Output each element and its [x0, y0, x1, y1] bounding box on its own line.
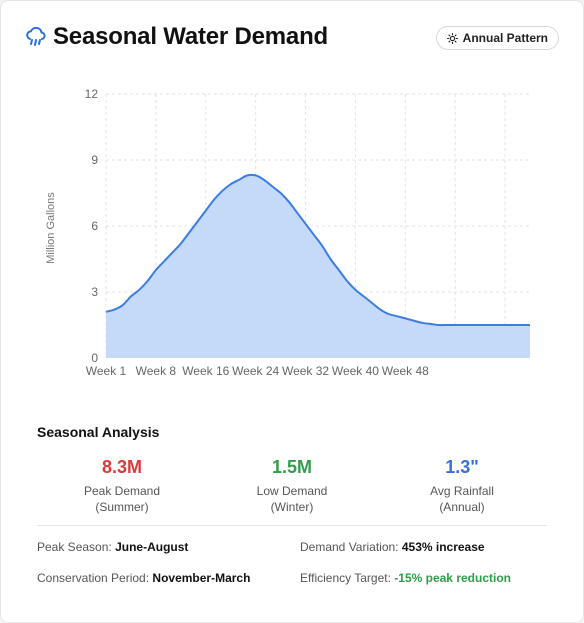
chart-card: Seasonal Water Demand Annual Pattern 0 3 6… — [0, 0, 584, 623]
peak-season-info: Peak Season: June-August — [37, 540, 188, 554]
annual-pattern-button[interactable]: Annual Pattern — [435, 26, 559, 50]
stat-label: Peak Demand — [83, 484, 161, 498]
divider — [37, 525, 547, 526]
stat-label: Low Demand — [256, 484, 328, 498]
sun-icon — [446, 32, 458, 44]
x-tick-label: Week 40 — [332, 364, 379, 378]
low-demand-stat: 1.5M Low Demand (Winter) — [207, 457, 377, 515]
x-tick-label: Week 1 — [86, 364, 127, 378]
y-tick-label: 0 — [91, 351, 98, 365]
y-tick-label: 12 — [85, 87, 99, 101]
x-axis-ticks: Week 1 Week 8 Week 16 Week 24 Week 32 Week 40… — [86, 364, 429, 378]
page-title: Seasonal Water Demand — [53, 23, 328, 50]
x-tick-label: Week 32 — [282, 364, 329, 378]
stat-value: 1.5M — [271, 457, 313, 477]
analysis-title: Seasonal Analysis — [37, 424, 160, 440]
info-label: Conservation Period: — [37, 571, 150, 585]
cloud-rain-icon — [25, 26, 47, 48]
y-tick-label: 3 — [91, 285, 98, 299]
chart-area-layer — [105, 173, 530, 358]
peak-demand-stat: 8.3M Peak Demand (Summer) — [37, 457, 207, 515]
x-tick-label: Week 8 — [136, 364, 177, 378]
info-label: Demand Variation: — [300, 540, 399, 554]
stat-sublabel: (Annual) — [439, 500, 485, 514]
y-tick-label: 9 — [91, 153, 98, 167]
card-header: Seasonal Water Demand — [25, 23, 328, 51]
annual-pattern-label: Annual Pattern — [462, 31, 548, 45]
stat-sublabel: (Winter) — [270, 500, 314, 514]
stats-row: 8.3M Peak Demand (Summer) 1.5M Low Deman… — [37, 457, 547, 515]
info-value: 453% increase — [401, 540, 485, 554]
y-axis-ticks: 0 3 6 9 12 — [85, 87, 99, 365]
series-area — [106, 174, 530, 358]
info-value: June-August — [115, 540, 189, 554]
info-label: Efficiency Target: — [300, 571, 391, 585]
conservation-period-info: Conservation Period: November-March — [37, 571, 250, 585]
info-label: Peak Season: — [37, 540, 112, 554]
demand-variation-info: Demand Variation: 453% increase — [300, 540, 485, 554]
avg-rainfall-stat: 1.3" Avg Rainfall (Annual) — [377, 457, 547, 515]
efficiency-target-info: Efficiency Target: -15% peak reduction — [300, 571, 511, 585]
stat-label: Avg Rainfall — [430, 484, 494, 498]
info-value: -15% peak reduction — [394, 571, 511, 585]
stat-value: 1.3" — [445, 457, 479, 477]
stat-value: 8.3M — [101, 457, 143, 477]
area-chart: 0 3 6 9 12 Week 1 Week 8 Week 16 Week 24 Week 32… — [45, 87, 530, 378]
x-tick-label: Week 24 — [232, 364, 279, 378]
y-axis-label: Million Gallons — [45, 192, 57, 264]
x-tick-label: Week 16 — [182, 364, 229, 378]
stat-sublabel: (Summer) — [95, 500, 149, 514]
info-value: November-March — [152, 571, 251, 585]
y-tick-label: 6 — [91, 219, 98, 233]
x-tick-label: Week 48 — [382, 364, 429, 378]
